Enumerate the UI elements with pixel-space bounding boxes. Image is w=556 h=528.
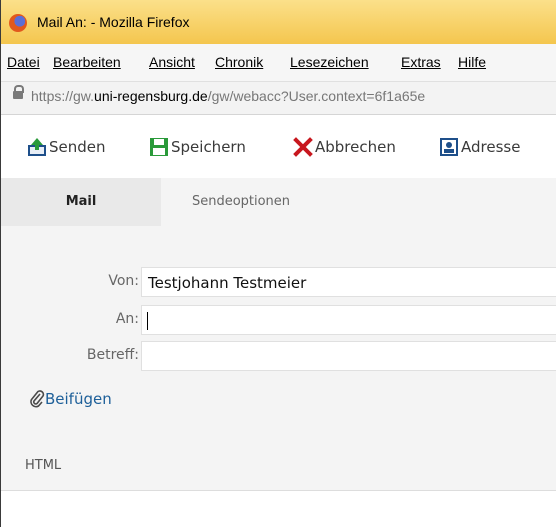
menu-item-datei[interactable]: Datei [7,54,40,70]
browser-window: Mail An: - Mozilla Firefox Datei Bearbei… [0,0,556,528]
compose-tabs: Mail Sendeoptionen [1,178,556,226]
menu-item-hilfe[interactable]: Hilfe [458,54,486,70]
text-cursor [147,312,148,330]
close-icon [293,137,313,157]
lock-icon [13,85,24,99]
attach-link[interactable]: Beifügen [29,390,112,408]
address-label: Adresse [461,138,521,156]
menu-item-ansicht[interactable]: Ansicht [149,54,195,70]
tab-mail[interactable]: Mail [1,178,161,226]
from-label: Von: [108,273,139,289]
subject-label: Betreff: [86,347,139,363]
tab-sendeoptionen[interactable]: Sendeoptionen [161,178,321,226]
paperclip-icon [30,390,45,408]
save-button[interactable]: Speichern [149,135,246,159]
cancel-label: Abbrechen [315,138,396,156]
editor-format-label[interactable]: HTML [25,458,61,473]
address-book-icon [440,138,458,156]
subject-field[interactable] [141,341,556,371]
save-label: Speichern [171,138,246,156]
from-row: Von: Testjohann Testmeier [1,267,556,297]
window-title: Mail An: - Mozilla Firefox [37,14,190,30]
menu-item-extras[interactable]: Extras [401,54,441,70]
address-book-button[interactable]: Adresse [439,135,520,159]
to-row: An: [1,305,556,335]
attach-label: Beifügen [45,390,112,408]
send-label: Senden [49,138,106,156]
menu-item-lesezeichen[interactable]: Lesezeichen [290,54,369,70]
url-text[interactable]: https://gw.uni-regensburg.de/gw/webacc?U… [31,88,425,104]
menu-item-chronik[interactable]: Chronik [215,54,263,70]
send-button[interactable]: Senden [27,135,106,159]
to-field[interactable] [141,305,556,335]
address-bar[interactable]: https://gw.uni-regensburg.de/gw/webacc?U… [1,82,556,115]
menu-bar: Datei Bearbeiten Ansicht Chronik Lesezei… [1,44,556,82]
subject-row: Betreff: [1,341,556,371]
firefox-logo-icon [9,14,27,32]
send-icon [28,138,46,156]
menu-item-bearbeiten[interactable]: Bearbeiten [53,54,121,70]
compose-form: Von: Testjohann Testmeier An: Betreff: B… [1,226,556,527]
message-body[interactable] [1,490,556,528]
from-field[interactable]: Testjohann Testmeier [141,267,556,297]
to-label: An: [115,311,139,327]
compose-toolbar: Senden Speichern Abbrechen Adresse [1,115,556,178]
cancel-button[interactable]: Abbrechen [293,135,396,159]
save-icon [150,138,168,156]
title-bar: Mail An: - Mozilla Firefox [1,0,556,44]
